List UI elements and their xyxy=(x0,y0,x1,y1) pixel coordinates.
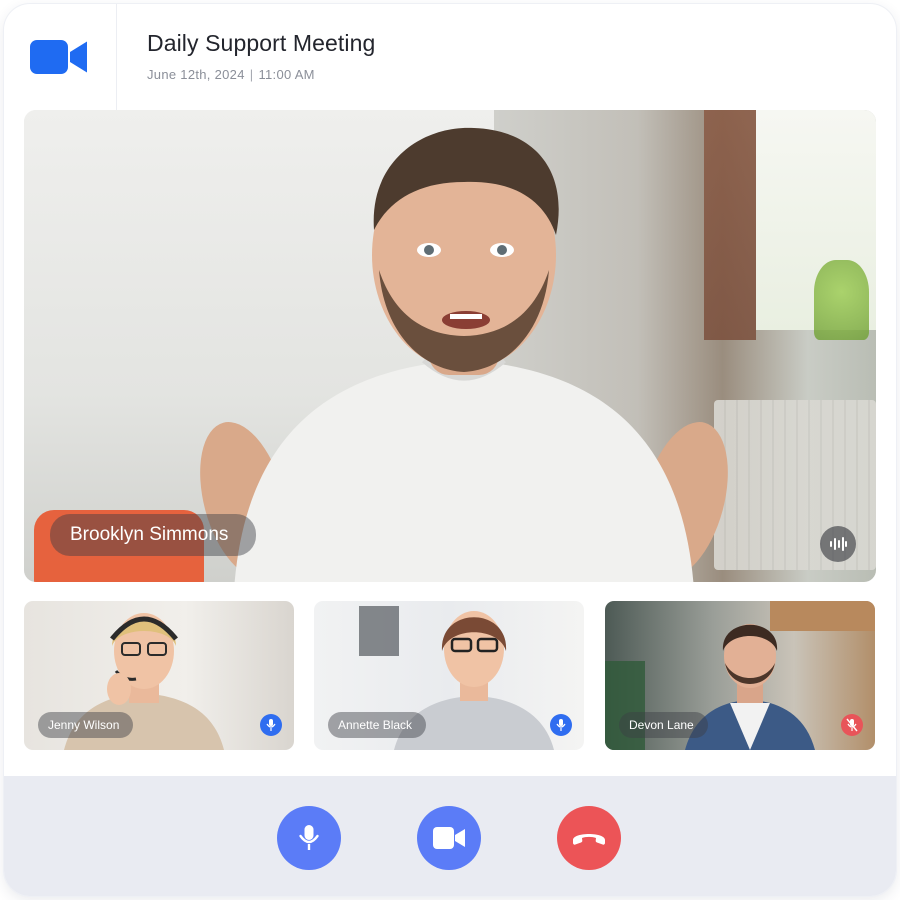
audio-activity-indicator xyxy=(820,526,856,562)
toggle-mic-button[interactable] xyxy=(277,806,341,870)
meeting-date: June 12th, 2024 xyxy=(147,67,245,82)
mic-icon xyxy=(299,825,319,850)
call-controls-bar xyxy=(4,776,896,896)
participant-mic-status xyxy=(841,714,863,736)
participant-mic-status xyxy=(260,714,282,736)
meeting-header: Daily Support Meeting June 12th, 2024 | 11… xyxy=(4,4,896,112)
participant-tile-annette[interactable]: Annette Black xyxy=(314,601,584,750)
participant-name-label: Devon Lane xyxy=(619,712,708,738)
participant-name-label: Jenny Wilson xyxy=(38,712,134,738)
mic-icon xyxy=(556,719,566,731)
speaker-image xyxy=(200,127,728,582)
main-speaker-video[interactable]: Brooklyn Simmons xyxy=(24,110,876,582)
video-camera-icon xyxy=(433,827,465,849)
speaker-name-label: Brooklyn Simmons xyxy=(50,514,257,556)
participant-tile-devon[interactable]: Devon Lane xyxy=(605,601,875,750)
participant-mic-status xyxy=(550,714,572,736)
toggle-camera-button[interactable] xyxy=(417,806,481,870)
video-camera-logo-icon xyxy=(30,40,87,74)
mic-icon xyxy=(266,719,276,731)
end-call-button[interactable] xyxy=(557,806,621,870)
app-logo xyxy=(4,4,117,112)
phone-hangup-icon xyxy=(573,834,605,845)
meeting-time: 11:00 AM xyxy=(258,67,315,82)
background-plant xyxy=(814,260,869,340)
participant-name-label: Annette Black xyxy=(328,712,427,738)
participant-tile-jenny[interactable]: Jenny Wilson xyxy=(24,601,294,750)
audio-waveform-icon xyxy=(830,537,847,551)
video-call-window: Daily Support Meeting June 12th, 2024 | 11… xyxy=(4,4,896,896)
meeting-title: Daily Support Meeting xyxy=(147,30,376,56)
mic-off-icon xyxy=(846,718,858,732)
meeting-datetime: June 12th, 2024 | 11:00 AM xyxy=(147,67,315,82)
